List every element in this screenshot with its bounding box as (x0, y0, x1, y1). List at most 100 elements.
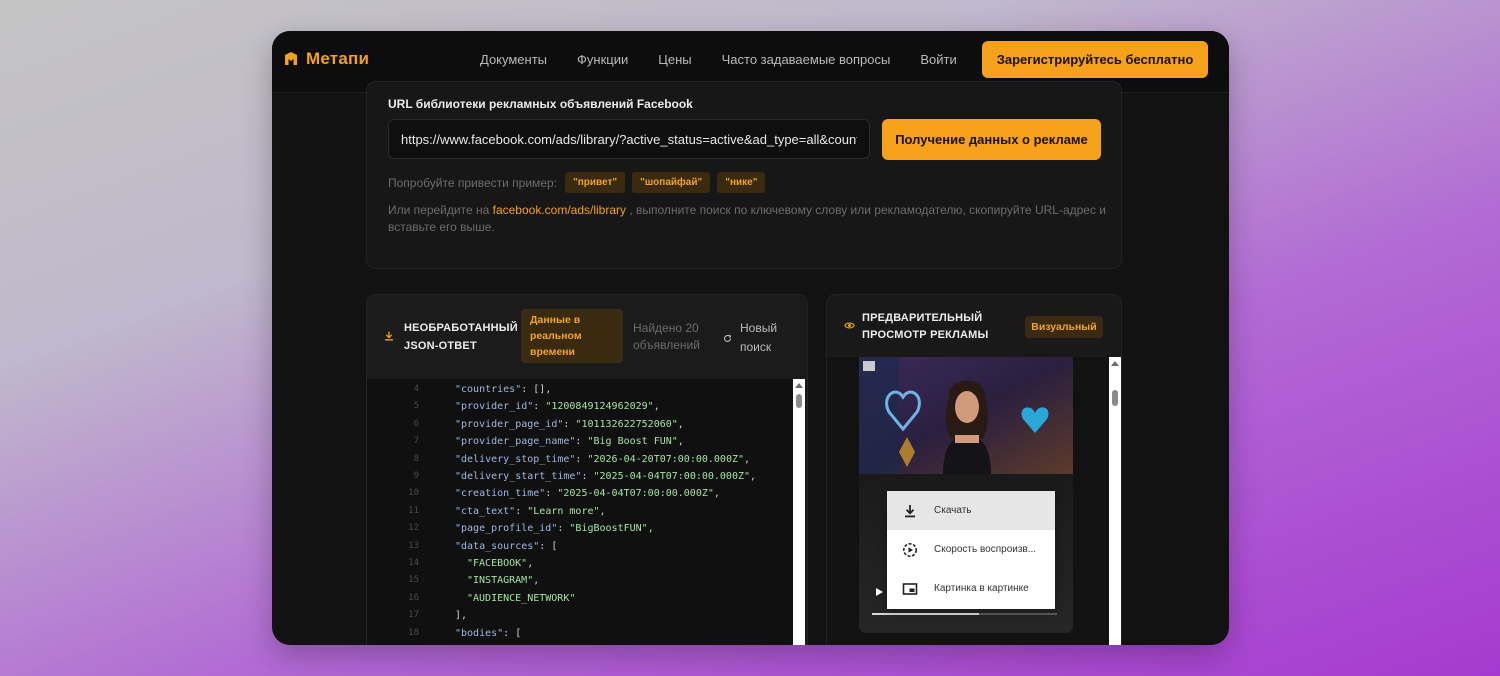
json-colon: : (545, 488, 558, 500)
found-line: Найдено 20 (633, 321, 699, 335)
new-search-line: поиск (740, 340, 772, 354)
nav-link-faq[interactable]: Часто задаваемые вопросы (722, 52, 891, 67)
line-number: 7 (413, 436, 419, 447)
json-panel-header: НЕОБРАБОТАННЫЙ JSON-ОТВЕТ Данные в реаль… (367, 295, 807, 379)
code-line: 11 "cta_text": "Learn more", (367, 503, 793, 520)
context-menu-item-download[interactable]: Скачать (887, 491, 1055, 530)
json-scrollbar[interactable] (793, 379, 805, 645)
context-menu-item-picture-in-picture[interactable]: Картинка в картинке (887, 569, 1055, 608)
json-key: "provider_page_name" (455, 436, 576, 448)
new-search-line: Новый (740, 321, 778, 335)
code-line: 7 "provider_page_name": "Big Boost FUN", (367, 433, 793, 450)
logo-icon (285, 52, 297, 65)
nav-link-docs[interactable]: Документы (480, 52, 547, 67)
code-text: "creation_time": "2025-04-04T07:00:00.00… (455, 485, 720, 502)
json-punctuation: , (744, 453, 751, 465)
logo[interactable]: Метапи (284, 49, 369, 69)
line-number: 18 (408, 627, 419, 638)
json-value: "BigBoostFUN" (569, 523, 648, 535)
json-value: "2025-04-04T07:00:00.000Z" (593, 471, 751, 482)
code-text: "FACEBOOK", (467, 555, 533, 572)
code-text: "bodies": [ (455, 625, 521, 642)
code-line: 4 "countries": [], (367, 381, 793, 398)
json-colon: : (503, 627, 516, 639)
json-key: "data_sources" (455, 540, 540, 552)
examples-row: Попробуйте привести пример: "привет" "шо… (388, 172, 772, 193)
line-number: 6 (413, 418, 419, 429)
scroll-up-arrow-icon[interactable] (795, 383, 803, 388)
example-chip[interactable]: "шопайфай" (632, 172, 711, 193)
json-value: "Big Boost FUN" (587, 436, 678, 448)
line-number: 15 (408, 575, 419, 586)
context-menu-item-playback-speed[interactable]: Скорость воспроизв... (887, 530, 1055, 569)
new-search-button[interactable]: Новый поиск (723, 319, 777, 357)
code-text: "provider_page_id": "101132622752060", (455, 416, 684, 433)
fetch-ads-button[interactable]: Получение данных о рекламе (882, 119, 1101, 160)
json-colon: : (521, 384, 534, 395)
json-colon: : (515, 505, 528, 517)
line-number: 8 (413, 453, 419, 464)
code-line: 5 "provider_id": "1200849124962029", (367, 398, 793, 415)
json-value: [] (533, 384, 546, 395)
hint-before: Или перейдите на (388, 203, 490, 217)
line-number: 13 (408, 540, 419, 551)
ad-video-player[interactable]: Скачать Скорость воспроизв... Картинка в… (859, 357, 1073, 633)
line-number: 16 (408, 592, 419, 603)
code-line: 17], (367, 607, 793, 624)
code-line: 14 "FACEBOOK", (367, 555, 793, 572)
json-code-view[interactable]: 4 "countries": [], 5 "provider_id": "120084… (367, 379, 793, 645)
example-chip[interactable]: "нике" (717, 172, 766, 193)
code-line: 6 "provider_page_id": "101132622752060", (367, 416, 793, 433)
json-value: "1200849124962029" (545, 401, 654, 413)
preview-body: Скачать Скорость воспроизв... Картинка в… (827, 357, 1109, 645)
ad-preview-panel: ПРЕДВАРИТЕЛЬНЫЙ ПРОСМОТР РЕКЛАМЫ Визуаль… (826, 294, 1122, 645)
json-colon: : (563, 418, 576, 430)
code-line: 19 "{{product.brand}}" (367, 642, 793, 645)
url-input[interactable] (388, 119, 870, 159)
line-number: 19 (391, 642, 419, 645)
live-data-badge: Данные в реальном времени (521, 309, 623, 363)
json-key: "bodies" (455, 627, 504, 639)
code-text: "delivery_start_time": "2025-04-04T07:00… (455, 468, 756, 485)
examples-label: Попробуйте привести пример: (388, 175, 557, 190)
preview-panel-header: ПРЕДВАРИТЕЛЬНЫЙ ПРОСМОТР РЕКЛАМЫ Визуаль… (827, 295, 1121, 357)
json-value: "Learn more" (527, 505, 600, 517)
json-punctuation: , (599, 505, 606, 517)
preview-panel-title: ПРЕДВАРИТЕЛЬНЫЙ ПРОСМОТР РЕКЛАМЫ (862, 310, 988, 344)
nav-link-pricing[interactable]: Цены (658, 52, 691, 67)
ad-creative-image (859, 357, 1073, 474)
play-icon[interactable] (876, 588, 883, 596)
video-progress-bar[interactable] (872, 613, 1057, 615)
code-text: "provider_page_name": "Big Boost FUN", (455, 433, 684, 450)
json-value: "101132622752060" (575, 418, 678, 430)
signup-button[interactable]: Зарегистрируйтесь бесплатно (982, 41, 1208, 78)
preview-scrollbar-thumb[interactable] (1112, 390, 1118, 406)
refresh-icon (724, 334, 732, 342)
json-punctuation: , (677, 418, 684, 430)
line-number: 9 (413, 471, 419, 481)
ads-found-count: Найдено 20 объявлений (633, 320, 700, 354)
example-chip[interactable]: "привет" (564, 172, 626, 193)
json-title-line: НЕОБРАБОТАННЫЙ (404, 322, 518, 334)
code-text: ], (455, 607, 467, 624)
code-text: "INSTAGRAM", (467, 572, 539, 589)
scroll-up-arrow-icon[interactable] (1111, 361, 1119, 366)
nav-link-login[interactable]: Войти (920, 52, 956, 67)
json-key: "page_profile_id" (455, 523, 558, 535)
json-colon: : (533, 401, 546, 413)
json-value: "INSTAGRAM" (467, 575, 534, 587)
code-text: "delivery_stop_time": "2026-04-20T07:00:… (455, 451, 750, 468)
json-key: "provider_id" (455, 401, 534, 413)
json-value: [ (551, 540, 558, 552)
nav-link-features[interactable]: Функции (577, 52, 628, 67)
line-number: 5 (413, 401, 419, 412)
json-scrollbar-thumb[interactable] (796, 394, 802, 408)
json-colon: : (581, 471, 594, 482)
context-menu-label: Скорость воспроизв... (934, 544, 1037, 555)
ads-library-link[interactable]: facebook.com/ads/library (493, 203, 626, 217)
json-title-line: JSON-ОТВЕТ (404, 340, 477, 352)
preview-title-line: ПРОСМОТР РЕКЛАМЫ (862, 329, 989, 341)
context-menu-label: Скачать (934, 505, 972, 516)
preview-title-line: ПРЕДВАРИТЕЛЬНЫЙ (862, 312, 983, 324)
brand-name: Метапи (306, 49, 370, 68)
